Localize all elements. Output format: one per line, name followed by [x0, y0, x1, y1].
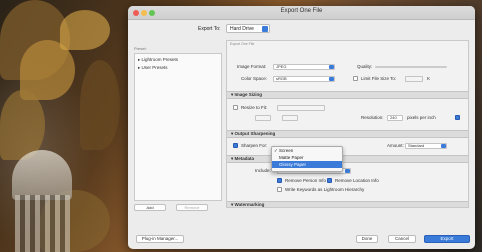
sharpen-for-label: Sharpen For:: [241, 143, 268, 148]
presets-panel: Preset: ▸ Lightroom Presets ▸ User Prese…: [134, 46, 222, 211]
checkmark-icon: ✓: [274, 148, 278, 153]
plugin-manager-button[interactable]: Plug-in Manager...: [136, 235, 184, 243]
remove-person-label: Remove Person Info: [285, 178, 327, 183]
settings-subhead: Export One File: [230, 42, 255, 46]
resolution-unit: pixels per inch: [407, 115, 436, 120]
preset-folder[interactable]: ▸ User Presets: [138, 64, 218, 72]
quality-slider[interactable]: [375, 66, 447, 68]
width-field[interactable]: [255, 115, 271, 121]
chevron-down-icon: [345, 169, 350, 173]
resolution-unit-select[interactable]: [455, 115, 460, 120]
sharpen-option-glossy[interactable]: Glossy Paper: [272, 161, 342, 168]
write-keywords-checkbox[interactable]: [277, 187, 282, 192]
export-to-label: Export To:: [198, 26, 221, 32]
chevron-down-icon: [329, 77, 334, 81]
preset-list: ▸ Lightroom Presets ▸ User Presets: [134, 53, 222, 201]
height-field[interactable]: [282, 115, 298, 121]
preset-folder[interactable]: ▸ Lightroom Presets: [138, 56, 218, 64]
limit-size-checkbox[interactable]: [353, 76, 358, 81]
amount-select[interactable]: Standard: [405, 143, 447, 149]
presets-label: Preset:: [134, 46, 147, 51]
export-destination-select[interactable]: Hard Drive: [226, 24, 270, 33]
sharpen-for-checkbox[interactable]: [233, 143, 238, 148]
chevron-down-icon: [262, 26, 268, 32]
sharpen-for-menu: ✓ Screen Matte Paper Glossy Paper: [271, 146, 343, 172]
color-space-label: Color Space:: [241, 76, 268, 81]
sharpen-option-screen[interactable]: ✓ Screen: [272, 147, 342, 154]
output-sharpening-header[interactable]: ▾ Output Sharpening: [227, 130, 468, 138]
remove-preset-button[interactable]: Remove: [176, 204, 208, 211]
dialog-title: Export One File: [280, 8, 323, 14]
remove-location-label: Remove Location Info: [335, 178, 379, 183]
limit-size-unit: K: [427, 76, 431, 81]
quality-label: Quality:: [357, 64, 373, 69]
amount-label: Amount:: [387, 143, 404, 148]
remove-location-checkbox[interactable]: [327, 178, 332, 183]
resolution-label: Resolution:: [361, 115, 384, 120]
limit-size-field[interactable]: [405, 76, 423, 82]
chevron-down-icon: [441, 144, 446, 148]
title-bar: Export One File: [128, 6, 475, 20]
write-keywords-label: Write Keywords as Lightroom Hierarchy: [285, 187, 365, 192]
export-button[interactable]: Export: [424, 235, 470, 243]
metadata-header[interactable]: ▾ Metadata: [227, 155, 468, 163]
chevron-down-icon: [329, 65, 334, 69]
export-dialog: Export One File Export To: Hard Drive Pr…: [128, 6, 475, 249]
image-format-label: Image Format:: [237, 64, 267, 69]
include-label: Include:: [255, 168, 271, 173]
export-settings-panel: Export One File Image Format: JPEG Quali…: [226, 40, 469, 208]
export-destination-value: Hard Drive: [230, 26, 254, 32]
resolution-field[interactable]: 240: [387, 115, 403, 121]
sharpen-option-matte[interactable]: Matte Paper: [272, 154, 342, 161]
resize-label: Resize to Fit:: [241, 105, 268, 110]
image-sizing-header[interactable]: ▾ Image Sizing: [227, 91, 468, 99]
resize-checkbox[interactable]: [233, 105, 238, 110]
watermarking-header[interactable]: ▾ Watermarking: [227, 201, 468, 207]
done-button[interactable]: Done: [356, 235, 378, 243]
color-space-select[interactable]: sRGB: [273, 76, 335, 82]
add-preset-button[interactable]: Add: [134, 204, 166, 211]
remove-person-checkbox[interactable]: [277, 178, 282, 183]
image-format-select[interactable]: JPEG: [273, 64, 335, 70]
resize-select[interactable]: [277, 105, 325, 111]
cancel-button[interactable]: Cancel: [388, 235, 416, 243]
limit-size-label: Limit File Size To:: [361, 76, 397, 81]
